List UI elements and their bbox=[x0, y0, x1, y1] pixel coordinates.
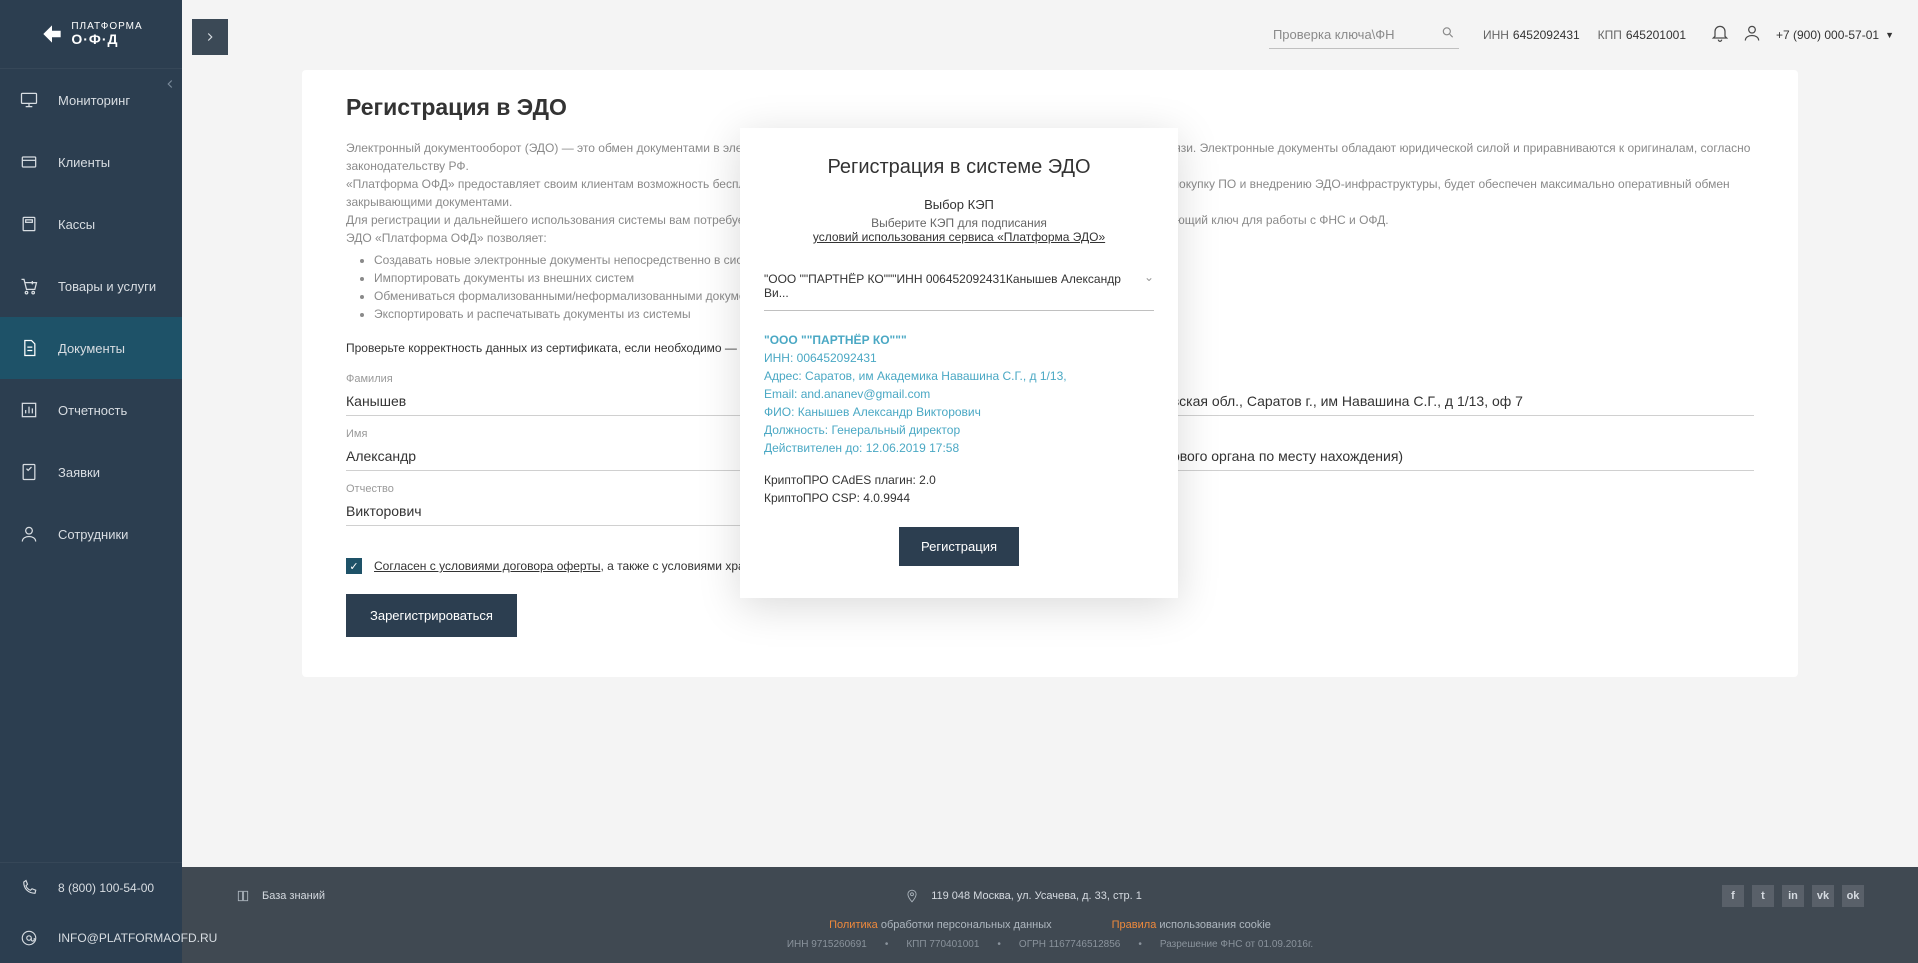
cert-info: "ООО ""ПАРТНЁР КО""" ИНН: 006452092431 А… bbox=[764, 331, 1154, 457]
modal-subtitle: Выбор КЭП bbox=[764, 197, 1154, 212]
modal: Регистрация в системе ЭДО Выбор КЭП Выбе… bbox=[740, 128, 1178, 598]
crypto-info: КриптоПРО CAdES плагин: 2.0 КриптоПРО CS… bbox=[764, 471, 1154, 507]
cert-pos-label: Должность: bbox=[764, 423, 828, 437]
crypto-plugin: КриптоПРО CAdES плагин: 2.0 bbox=[764, 471, 1154, 489]
cert-email: and.ananev@gmail.com bbox=[801, 387, 931, 401]
cert-fio-label: ФИО: bbox=[764, 405, 794, 419]
modal-terms-link[interactable]: условий использования сервиса «Платформа… bbox=[764, 230, 1154, 244]
cert-addr-label: Адрес: bbox=[764, 369, 802, 383]
cert-email-label: Email: bbox=[764, 387, 797, 401]
cert-pos: Генеральный директор bbox=[831, 423, 960, 437]
cert-select[interactable]: "ООО ""ПАРТНЁР КО"""ИНН 006452092431Каны… bbox=[764, 262, 1154, 311]
modal-register-button[interactable]: Регистрация bbox=[899, 527, 1019, 566]
cert-fio: Канышев Александр Викторович bbox=[798, 405, 981, 419]
cert-org: "ООО ""ПАРТНЁР КО""" bbox=[764, 333, 907, 347]
cert-valid: 12.06.2019 17:58 bbox=[866, 441, 959, 455]
cert-valid-label: Действителен до: bbox=[764, 441, 862, 455]
modal-hint: Выберите КЭП для подписания bbox=[764, 216, 1154, 230]
cert-addr: Саратов, им Академика Навашина С.Г., д 1… bbox=[805, 369, 1067, 383]
cert-inn-label: ИНН: bbox=[764, 351, 793, 365]
crypto-csp: КриптоПРО CSP: 4.0.9944 bbox=[764, 489, 1154, 507]
modal-title: Регистрация в системе ЭДО bbox=[764, 156, 1154, 179]
cert-inn: 006452092431 bbox=[797, 351, 877, 365]
